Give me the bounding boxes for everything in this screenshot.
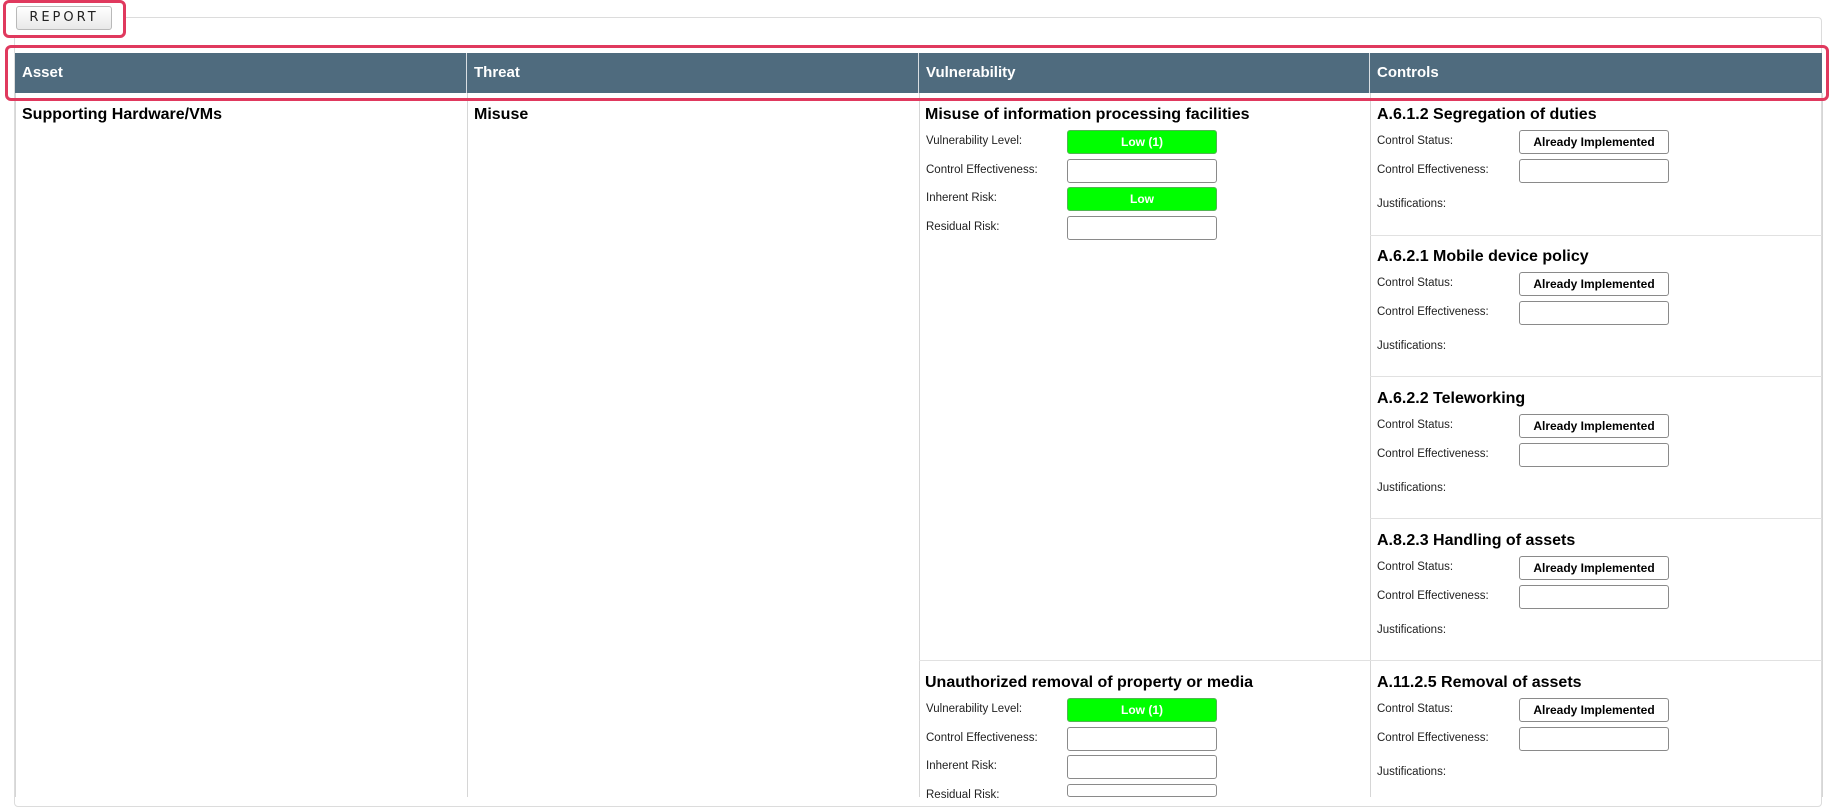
control-status-label: Control Status:	[1377, 419, 1454, 431]
vulnerability-level-label: Vulnerability Level:	[926, 703, 1023, 715]
control-effectiveness-field[interactable]	[1519, 159, 1669, 183]
control-effectiveness-field[interactable]	[1519, 585, 1669, 609]
control-effectiveness-label: Control Effectiveness:	[926, 732, 1038, 744]
column-divider	[467, 93, 468, 797]
control-effectiveness-label: Control Effectiveness:	[1377, 448, 1489, 460]
row-divider	[919, 660, 1822, 661]
column-divider	[15, 93, 16, 797]
control-status-label: Control Status:	[1377, 561, 1454, 573]
column-divider	[1370, 93, 1371, 797]
control-effectiveness-field[interactable]	[1519, 301, 1669, 325]
control-status-value[interactable]: Already Implemented	[1519, 556, 1669, 580]
control-effectiveness-label: Control Effectiveness:	[1377, 164, 1489, 176]
row-divider	[1370, 518, 1822, 519]
control-status-value[interactable]: Already Implemented	[1519, 414, 1669, 438]
control-effectiveness-field	[1067, 159, 1217, 183]
table-header: Asset Threat Vulnerability Controls	[15, 53, 1822, 93]
column-divider	[1822, 93, 1823, 797]
justifications-label: Justifications:	[1377, 624, 1447, 636]
column-header-vulnerability[interactable]: Vulnerability	[919, 53, 1370, 93]
vulnerability-level-value: Low (1)	[1067, 698, 1217, 722]
control-effectiveness-label: Control Effectiveness:	[1377, 732, 1489, 744]
vulnerability-title: Misuse of information processing facilit…	[925, 106, 1250, 123]
asset-name: Supporting Hardware/VMs	[22, 106, 223, 123]
column-header-threat[interactable]: Threat	[467, 53, 919, 93]
residual-risk-label: Residual Risk:	[926, 221, 1000, 233]
residual-risk-field	[1067, 216, 1217, 240]
vulnerability-title: Unauthorized removal of property or medi…	[925, 674, 1254, 691]
control-title: A.6.2.2 Teleworking	[1377, 390, 1526, 407]
justifications-label: Justifications:	[1377, 198, 1447, 210]
control-status-label: Control Status:	[1377, 703, 1454, 715]
column-header-controls[interactable]: Controls	[1370, 53, 1822, 93]
justifications-label: Justifications:	[1377, 340, 1447, 352]
column-header-asset[interactable]: Asset	[15, 53, 467, 93]
inherent-risk-label: Inherent Risk:	[926, 760, 997, 772]
control-status-value[interactable]: Already Implemented	[1519, 698, 1669, 722]
residual-risk-field	[1067, 784, 1217, 797]
report-button[interactable]: REPORT	[16, 6, 112, 30]
control-title: A.6.1.2 Segregation of duties	[1377, 106, 1597, 123]
threat-name: Misuse	[474, 106, 529, 123]
control-effectiveness-label: Control Effectiveness:	[1377, 306, 1489, 318]
control-status-label: Control Status:	[1377, 135, 1454, 147]
column-divider	[919, 93, 920, 797]
row-divider	[1370, 235, 1822, 236]
vulnerability-level-value: Low (1)	[1067, 130, 1217, 154]
inherent-risk-field	[1067, 755, 1217, 779]
control-title: A.8.2.3 Handling of assets	[1377, 532, 1576, 549]
control-status-value[interactable]: Already Implemented	[1519, 130, 1669, 154]
control-effectiveness-field	[1067, 727, 1217, 751]
control-effectiveness-label: Control Effectiveness:	[926, 164, 1038, 176]
control-effectiveness-label: Control Effectiveness:	[1377, 590, 1489, 602]
control-effectiveness-field[interactable]	[1519, 727, 1669, 751]
inherent-risk-value: Low	[1067, 187, 1217, 211]
control-status-value[interactable]: Already Implemented	[1519, 272, 1669, 296]
row-divider	[1370, 376, 1822, 377]
residual-risk-label: Residual Risk:	[926, 789, 1000, 801]
inherent-risk-label: Inherent Risk:	[926, 192, 997, 204]
control-title: A.11.2.5 Removal of assets	[1377, 674, 1582, 691]
justifications-label: Justifications:	[1377, 482, 1447, 494]
vulnerability-level-label: Vulnerability Level:	[926, 135, 1023, 147]
justifications-label: Justifications:	[1377, 766, 1447, 778]
control-status-label: Control Status:	[1377, 277, 1454, 289]
control-effectiveness-field[interactable]	[1519, 443, 1669, 467]
control-title: A.6.2.1 Mobile device policy	[1377, 248, 1589, 265]
